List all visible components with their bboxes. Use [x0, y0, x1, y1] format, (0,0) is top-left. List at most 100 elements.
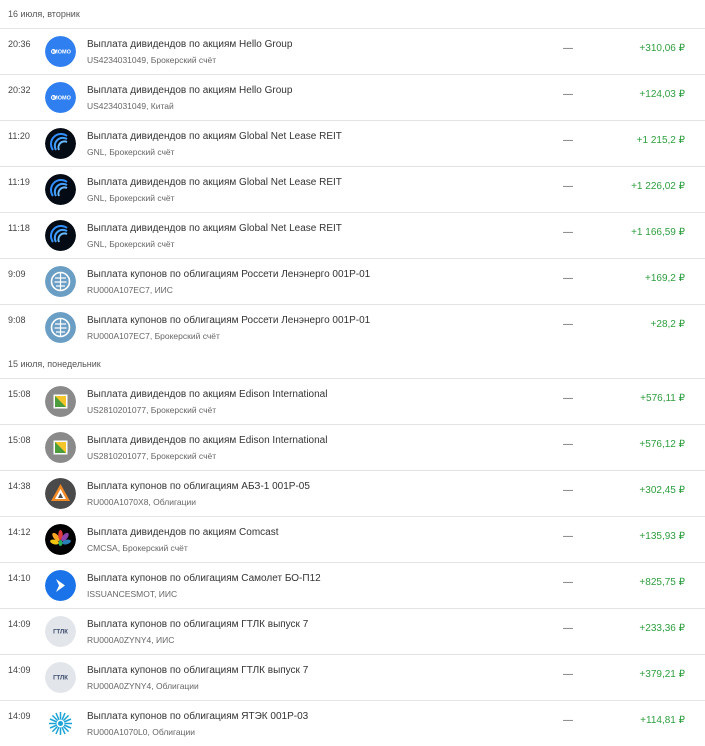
operation-subtitle: RU000A1070L0, Облигации — [87, 727, 196, 737]
samolet-logo — [45, 570, 76, 601]
operation-subtitle: US4234031049, Брокерский счёт — [87, 55, 217, 65]
operation-subtitle: ISSUANCESMOT, ИИС — [87, 589, 178, 599]
gtlk-logo: ГТЛК — [45, 616, 76, 647]
operation-row[interactable]: 14:09 Выплата купонов по облигациям ЯТЭК … — [0, 700, 705, 746]
operation-amount: +1 215,2 ₽ — [636, 135, 685, 146]
operation-time: 9:09 — [8, 269, 26, 279]
gnl-logo — [45, 220, 76, 251]
operation-dash: — — [563, 531, 573, 542]
operation-dash: — — [563, 577, 573, 588]
operation-row[interactable]: 14:09 ГТЛК Выплата купонов по облигациям Г… — [0, 608, 705, 654]
operation-dash: — — [563, 319, 573, 330]
operation-amount: +1 226,02 ₽ — [631, 181, 685, 192]
operation-amount: +124,03 ₽ — [639, 89, 685, 100]
operation-amount: +302,45 ₽ — [639, 485, 685, 496]
operation-title: Выплата дивидендов по акциям Global Net … — [87, 131, 342, 142]
operation-time: 20:36 — [8, 39, 31, 49]
operation-time: 9:08 — [8, 315, 26, 325]
operation-time: 14:38 — [8, 481, 31, 491]
operation-subtitle: GNL, Брокерский счёт — [87, 193, 175, 203]
operation-dash: — — [563, 439, 573, 450]
operation-row[interactable]: 14:09 ГТЛК Выплата купонов по облигациям Г… — [0, 654, 705, 700]
svg-text:ГТЛК: ГТЛК — [53, 630, 68, 636]
operation-row[interactable]: 14:10 Выплата купонов по облигациям Самол… — [0, 562, 705, 608]
svg-text:MOMO: MOMO — [53, 50, 71, 56]
operation-title: Выплата купонов по облигациям Самолет БО… — [87, 573, 321, 584]
svg-text:ГТЛК: ГТЛК — [53, 676, 68, 682]
operation-amount: +576,11 ₽ — [640, 393, 685, 404]
operation-subtitle: RU000A107EC7, Брокерский счёт — [87, 331, 220, 341]
yatek-logo — [45, 708, 76, 739]
operation-time: 15:08 — [8, 435, 31, 445]
operation-title: Выплата дивидендов по акциям Hello Group — [87, 39, 293, 50]
operation-row[interactable]: 11:18 Выплата дивидендов по акциям Global… — [0, 212, 705, 258]
operation-subtitle: RU000A1070X8, Облигации — [87, 497, 196, 507]
operation-title: Выплата дивидендов по акциям Edison Inte… — [87, 389, 328, 400]
operation-amount: +28,2 ₽ — [650, 319, 685, 330]
operation-title: Выплата дивидендов по акциям Hello Group — [87, 85, 293, 96]
operation-row[interactable]: 9:08 Выплата купонов по облигациям Россет… — [0, 304, 705, 350]
operation-time: 20:32 — [8, 85, 31, 95]
operation-time: 14:09 — [8, 665, 31, 675]
operation-title: Выплата дивидендов по акциям Edison Inte… — [87, 435, 328, 446]
operation-dash: — — [563, 43, 573, 54]
abz-logo — [45, 478, 76, 509]
edison-logo — [45, 432, 76, 463]
operation-row[interactable]: 14:12 Выплата дивидендов по акциям Comcas… — [0, 516, 705, 562]
operation-dash: — — [563, 89, 573, 100]
operation-amount: +576,12 ₽ — [639, 439, 685, 450]
operation-subtitle: US4234031049, Китай — [87, 101, 174, 111]
operation-amount: +114,81 ₽ — [640, 715, 685, 726]
operation-subtitle: US2810201077, Брокерский счёт — [87, 405, 217, 415]
operation-row[interactable]: 15:08 Выплата дивидендов по акциям Edison… — [0, 424, 705, 470]
operation-subtitle: RU000A0ZYNY4, Облигации — [87, 681, 199, 691]
operation-subtitle: GNL, Брокерский счёт — [87, 239, 175, 249]
operation-dash: — — [563, 715, 573, 726]
momo-logo: MOMO — [45, 36, 76, 67]
operation-time: 14:09 — [8, 711, 31, 721]
operation-title: Выплата дивидендов по акциям Global Net … — [87, 177, 342, 188]
rosseti-logo — [45, 312, 76, 343]
operation-title: Выплата купонов по облигациям Россети Ле… — [87, 315, 371, 326]
operation-dash: — — [563, 623, 573, 634]
date-header: 16 июля, вторник — [8, 9, 80, 19]
operation-dash: — — [563, 181, 573, 192]
operation-row[interactable]: 20:32 MOMO Выплата дивидендов по акциям He… — [0, 74, 705, 120]
operation-dash: — — [563, 227, 573, 238]
gnl-logo — [45, 174, 76, 205]
rosseti-logo — [45, 266, 76, 297]
operation-dash: — — [563, 485, 573, 496]
operation-title: Выплата купонов по облигациям ЯТЭК 001Р-… — [87, 711, 309, 722]
operation-subtitle: RU000A0ZYNY4, ИИС — [87, 635, 175, 645]
operation-title: Выплата купонов по облигациям ГТЛК выпус… — [87, 665, 309, 676]
operation-row[interactable]: 15:08 Выплата дивидендов по акциям Edison… — [0, 378, 705, 424]
operation-title: Выплата дивидендов по акциям Comcast — [87, 527, 279, 538]
operation-time: 14:12 — [8, 527, 31, 537]
operation-time: 14:10 — [8, 573, 31, 583]
operation-dash: — — [563, 273, 573, 284]
operation-title: Выплата купонов по облигациям АБЗ-1 001Р… — [87, 481, 310, 492]
operation-amount: +233,36 ₽ — [639, 623, 685, 634]
operation-time: 15:08 — [8, 389, 31, 399]
operation-time: 11:18 — [8, 223, 30, 233]
operation-row[interactable]: 11:19 Выплата дивидендов по акциям Global… — [0, 166, 705, 212]
gnl-logo — [45, 128, 76, 159]
operation-row[interactable]: 20:36 MOMO Выплата дивидендов по акциям He… — [0, 28, 705, 74]
operation-subtitle: GNL, Брокерский счёт — [87, 147, 175, 157]
gtlk-logo: ГТЛК — [45, 662, 76, 693]
svg-text:MOMO: MOMO — [53, 96, 71, 102]
operation-subtitle: US2810201077, Брокерский счёт — [87, 451, 217, 461]
operation-row[interactable]: 9:09 Выплата купонов по облигациям Россет… — [0, 258, 705, 304]
operation-row[interactable]: 14:38 Выплата купонов по облигациям АБЗ-1… — [0, 470, 705, 516]
operation-amount: +135,93 ₽ — [639, 531, 685, 542]
operation-time: 11:20 — [8, 131, 30, 141]
operation-amount: +169,2 ₽ — [644, 273, 685, 284]
operation-dash: — — [563, 669, 573, 680]
operation-amount: +379,21 ₽ — [639, 669, 685, 680]
operation-time: 11:19 — [8, 177, 30, 187]
operation-dash: — — [563, 393, 573, 404]
operation-subtitle: RU000A107EC7, ИИС — [87, 285, 173, 295]
operation-row[interactable]: 11:20 Выплата дивидендов по акциям Global… — [0, 120, 705, 166]
comcast-logo — [45, 524, 76, 555]
operation-subtitle: CMCSA, Брокерский счёт — [87, 543, 188, 553]
